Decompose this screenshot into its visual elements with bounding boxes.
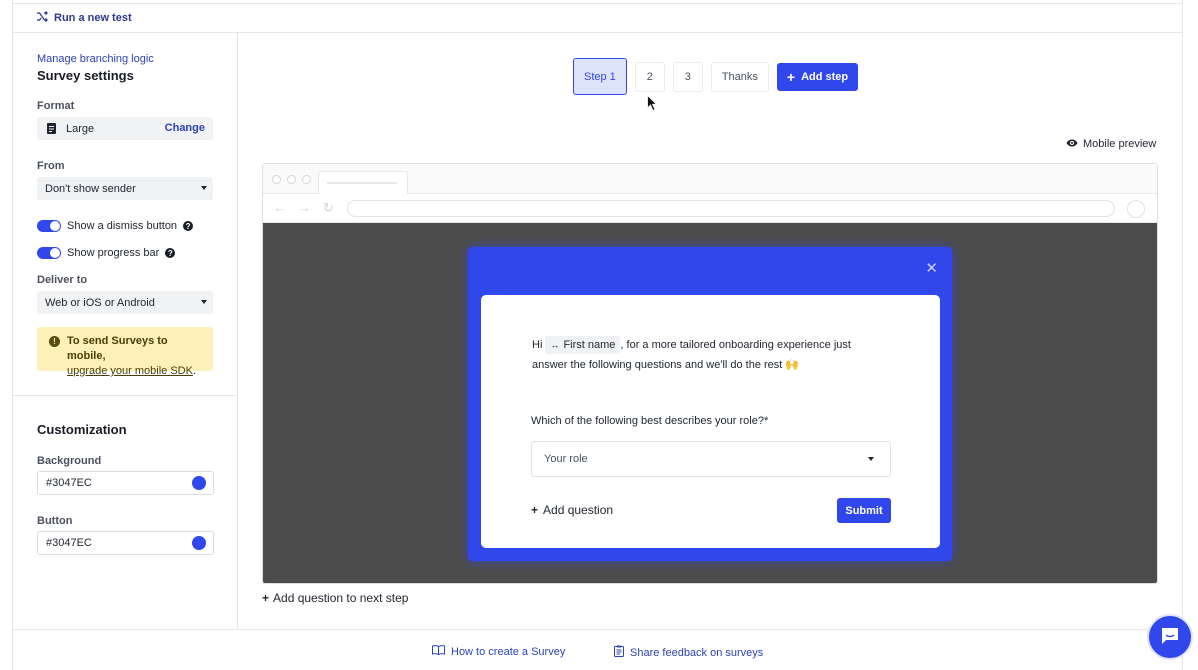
add-step-label: Add step (801, 70, 849, 83)
url-bar (347, 200, 1115, 217)
survey-intro: Hi ↔ First name , for a more tailored on… (532, 335, 872, 375)
format-field: Large Change (37, 117, 213, 140)
step-navigation: Step 1 2 3 Thanks + Add step (573, 58, 859, 95)
dismiss-button-toggle[interactable] (37, 220, 61, 232)
mobile-preview-button[interactable]: Mobile preview (1066, 138, 1156, 150)
shuffle-icon (36, 11, 48, 25)
button-color-swatch[interactable] (192, 536, 206, 550)
from-value: Don't show sender (45, 182, 136, 195)
document-icon (47, 123, 56, 134)
progress-bar-toggle-row: Show progress bar ? (37, 247, 176, 259)
add-question-button[interactable]: + Add question (531, 503, 613, 517)
button-color-value: #3047EC (46, 537, 92, 549)
role-select-placeholder: Your role (544, 453, 588, 465)
background-color-value: #3047EC (46, 477, 92, 489)
warning-icon: ! (49, 336, 60, 347)
step-tab-1[interactable]: Step 1 (573, 58, 627, 95)
background-color-input[interactable]: #3047EC (37, 471, 214, 495)
background-label: Background (37, 455, 102, 467)
chevron-down-icon (868, 457, 874, 461)
profile-circle-icon (1127, 200, 1145, 218)
intro-greeting: Hi (532, 339, 543, 351)
format-label: Format (37, 100, 75, 112)
share-feedback-link[interactable]: Share feedback on surveys (614, 645, 763, 660)
first-name-chip-label: First name (563, 339, 616, 352)
clipboard-icon (614, 645, 624, 660)
share-feedback-label: Share feedback on surveys (630, 646, 764, 659)
back-arrow-icon: ← (273, 200, 286, 215)
browser-tab-strip (263, 164, 1157, 195)
survey-card: Hi ↔ First name , for a more tailored on… (481, 295, 940, 548)
from-label: From (37, 160, 65, 172)
progress-bar-label: Show progress bar (67, 247, 160, 259)
notice-text: To send Surveys to mobile, (67, 335, 168, 362)
mobile-sdk-notice: ! To send Surveys to mobile, upgrade you… (37, 327, 213, 377)
add-question-next-step-label: Add question to next step (273, 591, 409, 605)
button-color-label: Button (37, 515, 73, 527)
format-value: Large (66, 122, 95, 135)
how-to-create-survey-label: How to create a Survey (451, 645, 566, 658)
window-dot (287, 175, 296, 184)
chevron-down-icon (201, 300, 207, 304)
add-question-next-step-button[interactable]: + Add question to next step (262, 591, 408, 605)
submit-button[interactable]: Submit (837, 498, 891, 523)
notice-suffix: . (192, 365, 197, 377)
book-icon (432, 645, 445, 658)
deliver-to-select[interactable]: Web or iOS or Android (37, 291, 213, 314)
add-question-label: Add question (543, 503, 614, 517)
plus-icon: + (786, 68, 796, 85)
mobile-preview-label: Mobile preview (1083, 138, 1157, 150)
window-dot (302, 175, 311, 184)
chat-icon (1160, 627, 1180, 648)
run-new-test-label: Run a new test (54, 12, 132, 24)
survey-settings-sidebar: Manage branching logic Survey settings F… (13, 33, 238, 629)
close-icon[interactable]: ✕ (925, 261, 938, 276)
plus-icon: + (531, 503, 539, 517)
from-select[interactable]: Don't show sender (37, 177, 213, 200)
browser-nav-bar: ← → ↻ (263, 194, 1157, 223)
deliver-to-label: Deliver to (37, 274, 88, 286)
preview-viewport: ✕ Hi ↔ First name , for a more tailored … (263, 223, 1157, 583)
help-icon[interactable]: ? (165, 248, 176, 258)
dismiss-button-toggle-row: Show a dismiss button ? (37, 220, 194, 232)
first-name-chip[interactable]: ↔ First name (545, 336, 621, 355)
top-bar: Run a new test (12, 4, 1183, 33)
forward-arrow-icon: → (298, 200, 311, 215)
run-new-test-button[interactable]: Run a new test (36, 11, 132, 25)
role-question: Which of the following best describes yo… (531, 415, 769, 427)
dismiss-button-label: Show a dismiss button (67, 220, 178, 232)
chat-launcher-button[interactable] (1147, 614, 1193, 660)
step-tab-2[interactable]: 2 (634, 61, 665, 92)
button-color-input[interactable]: #3047EC (37, 531, 214, 555)
upgrade-sdk-link[interactable]: upgrade your mobile SDK (67, 365, 193, 377)
window-dot (272, 175, 281, 184)
code-icon: ↔ (550, 340, 560, 351)
browser-tab (318, 171, 408, 195)
sidebar-divider (13, 395, 238, 396)
manage-branching-link[interactable]: Manage branching logic (37, 53, 154, 65)
chevron-down-icon (201, 186, 207, 190)
reload-icon: ↻ (323, 200, 334, 215)
browser-preview-frame: ← → ↻ ✕ Hi ↔ First name , for a more tai… (262, 163, 1158, 584)
survey-modal: ✕ Hi ↔ First name , for a more tailored … (468, 247, 952, 561)
progress-bar-toggle[interactable] (37, 247, 61, 259)
customization-title: Customization (37, 422, 127, 437)
plus-icon: + (262, 591, 270, 605)
footer: How to create a Survey Share feedback on… (12, 629, 1183, 670)
background-color-swatch[interactable] (192, 476, 206, 490)
deliver-to-value: Web or iOS or Android (45, 296, 155, 309)
step-tab-thanks[interactable]: Thanks (710, 61, 769, 92)
change-format-button[interactable]: Change (165, 122, 205, 134)
survey-settings-title: Survey settings (37, 68, 134, 83)
add-step-button[interactable]: + Add step (776, 62, 859, 91)
eye-icon (1066, 138, 1078, 150)
help-icon[interactable]: ? (183, 221, 194, 231)
how-to-create-survey-link[interactable]: How to create a Survey (432, 645, 565, 658)
step-tab-3[interactable]: 3 (672, 61, 703, 92)
role-select[interactable]: Your role (531, 441, 891, 477)
